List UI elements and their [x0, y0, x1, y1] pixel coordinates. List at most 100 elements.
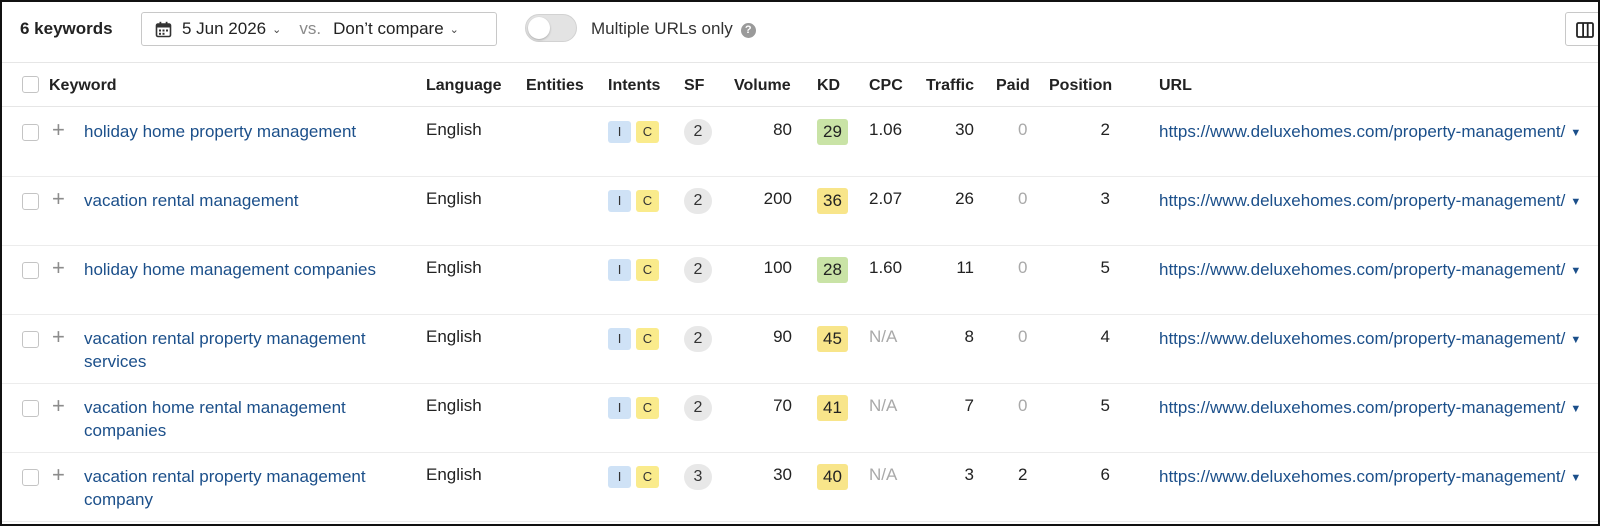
- keyword-link[interactable]: holiday home property management: [84, 120, 414, 143]
- column-url[interactable]: URL: [1159, 77, 1192, 95]
- caret-down-icon[interactable]: ▼: [1570, 196, 1581, 208]
- intent-commercial-badge: C: [636, 328, 659, 350]
- volume-cell: 30: [773, 465, 792, 484]
- position-cell: 4: [1100, 327, 1110, 346]
- language-cell: English: [426, 465, 482, 484]
- url-text[interactable]: https://www.deluxehomes.com/property-man…: [1159, 260, 1565, 279]
- compare-value[interactable]: Don’t compare: [333, 19, 444, 39]
- url-text[interactable]: https://www.deluxehomes.com/property-man…: [1159, 467, 1565, 486]
- column-paid[interactable]: Paid: [996, 77, 1030, 95]
- select-all-checkbox[interactable]: [22, 76, 39, 93]
- serp-features-count[interactable]: 3: [684, 464, 712, 490]
- keyword-link[interactable]: vacation rental management: [84, 189, 414, 212]
- paid-cell: 0: [1018, 120, 1028, 139]
- url-text[interactable]: https://www.deluxehomes.com/property-man…: [1159, 191, 1565, 210]
- url-link[interactable]: https://www.deluxehomes.com/property-man…: [1159, 120, 1589, 145]
- kd-badge: 40: [817, 464, 848, 490]
- url-link[interactable]: https://www.deluxehomes.com/property-man…: [1159, 396, 1589, 421]
- column-cpc[interactable]: CPC: [869, 77, 903, 95]
- url-text[interactable]: https://www.deluxehomes.com/property-man…: [1159, 122, 1565, 141]
- caret-down-icon[interactable]: ▼: [1570, 472, 1581, 484]
- help-icon[interactable]: ?: [740, 23, 756, 38]
- cpc-cell: N/A: [869, 327, 898, 346]
- column-language[interactable]: Language: [426, 77, 502, 95]
- add-keyword-icon[interactable]: +: [52, 119, 65, 141]
- language-cell: English: [426, 120, 482, 139]
- url-link[interactable]: https://www.deluxehomes.com/property-man…: [1159, 189, 1589, 214]
- intent-informational-badge: I: [608, 121, 631, 143]
- column-sf[interactable]: SF: [684, 77, 704, 95]
- caret-down-icon[interactable]: ▼: [1570, 403, 1581, 415]
- keyword-link[interactable]: holiday home management companies: [84, 258, 414, 281]
- intent-commercial-badge: C: [636, 190, 659, 212]
- serp-features-count[interactable]: 2: [684, 257, 712, 283]
- cpc-cell: N/A: [869, 465, 898, 484]
- language-cell: English: [426, 396, 482, 415]
- column-entities[interactable]: Entities: [526, 77, 584, 95]
- serp-features-count[interactable]: 2: [684, 395, 712, 421]
- row-checkbox[interactable]: [22, 124, 39, 141]
- column-position[interactable]: Position: [1049, 77, 1112, 95]
- caret-down-icon[interactable]: ▼: [1570, 127, 1581, 139]
- url-text[interactable]: https://www.deluxehomes.com/property-man…: [1159, 398, 1565, 417]
- multiple-urls-label: Multiple URLs only?: [591, 19, 756, 39]
- date-compare-selector[interactable]: 5 Jun 2026 ⌄ vs. Don’t compare ⌄: [141, 12, 497, 46]
- chevron-down-icon: ⌄: [449, 23, 459, 36]
- url-text[interactable]: https://www.deluxehomes.com/property-man…: [1159, 329, 1565, 348]
- language-cell: English: [426, 189, 482, 208]
- intent-informational-badge: I: [608, 328, 631, 350]
- intent-informational-badge: I: [608, 259, 631, 281]
- paid-cell: 0: [1018, 396, 1028, 415]
- column-volume[interactable]: Volume: [734, 77, 791, 95]
- multiple-urls-text: Multiple URLs only: [591, 19, 733, 38]
- chevron-down-icon: ⌄: [272, 23, 282, 36]
- caret-down-icon[interactable]: ▼: [1570, 265, 1581, 277]
- table-row: + vacation rental management English I C 2 200…: [2, 177, 1598, 246]
- toggle-knob: [528, 17, 550, 39]
- row-checkbox[interactable]: [22, 469, 39, 486]
- intent-commercial-badge: C: [636, 397, 659, 419]
- keywords-panel: 6 keywords 5 Jun 2026 ⌄ vs. Don’t compar…: [0, 0, 1600, 526]
- position-cell: 2: [1100, 120, 1110, 139]
- intent-commercial-badge: C: [636, 259, 659, 281]
- keyword-link[interactable]: vacation rental property management comp…: [84, 465, 414, 511]
- table-row: + vacation home rental management compani…: [2, 384, 1598, 453]
- keyword-link[interactable]: vacation rental property management serv…: [84, 327, 414, 373]
- language-cell: English: [426, 327, 482, 346]
- columns-button[interactable]: [1565, 12, 1598, 46]
- multiple-urls-toggle[interactable]: [525, 14, 577, 42]
- add-keyword-icon[interactable]: +: [52, 188, 65, 210]
- add-keyword-icon[interactable]: +: [52, 395, 65, 417]
- toolbar: 6 keywords 5 Jun 2026 ⌄ vs. Don’t compar…: [2, 2, 1598, 58]
- column-kd[interactable]: KD: [817, 77, 840, 95]
- position-cell: 5: [1100, 258, 1110, 277]
- serp-features-count[interactable]: 2: [684, 119, 712, 145]
- row-checkbox[interactable]: [22, 193, 39, 210]
- column-traffic[interactable]: Traffic: [926, 77, 974, 95]
- paid-cell: 2: [1018, 465, 1028, 484]
- column-keyword[interactable]: Keyword: [49, 77, 117, 95]
- intent-commercial-badge: C: [636, 121, 659, 143]
- keyword-link[interactable]: vacation home rental management companie…: [84, 396, 414, 442]
- url-link[interactable]: https://www.deluxehomes.com/property-man…: [1159, 327, 1589, 352]
- date-value[interactable]: 5 Jun 2026: [182, 19, 266, 39]
- table-row: + vacation rental property management ser…: [2, 315, 1598, 384]
- serp-features-count[interactable]: 2: [684, 188, 712, 214]
- row-checkbox[interactable]: [22, 262, 39, 279]
- row-checkbox[interactable]: [22, 331, 39, 348]
- serp-features-count[interactable]: 2: [684, 326, 712, 352]
- kd-badge: 28: [817, 257, 848, 283]
- url-link[interactable]: https://www.deluxehomes.com/property-man…: [1159, 258, 1589, 283]
- caret-down-icon[interactable]: ▼: [1570, 334, 1581, 346]
- paid-cell: 0: [1018, 189, 1028, 208]
- keyword-count: 6 keywords: [20, 19, 113, 38]
- add-keyword-icon[interactable]: +: [52, 464, 65, 486]
- add-keyword-icon[interactable]: +: [52, 326, 65, 348]
- add-keyword-icon[interactable]: +: [52, 257, 65, 279]
- url-link[interactable]: https://www.deluxehomes.com/property-man…: [1159, 465, 1589, 490]
- volume-cell: 200: [763, 189, 792, 208]
- row-checkbox[interactable]: [22, 400, 39, 417]
- traffic-cell: 26: [955, 189, 974, 208]
- calendar-icon: [155, 21, 172, 38]
- column-intents[interactable]: Intents: [608, 77, 660, 95]
